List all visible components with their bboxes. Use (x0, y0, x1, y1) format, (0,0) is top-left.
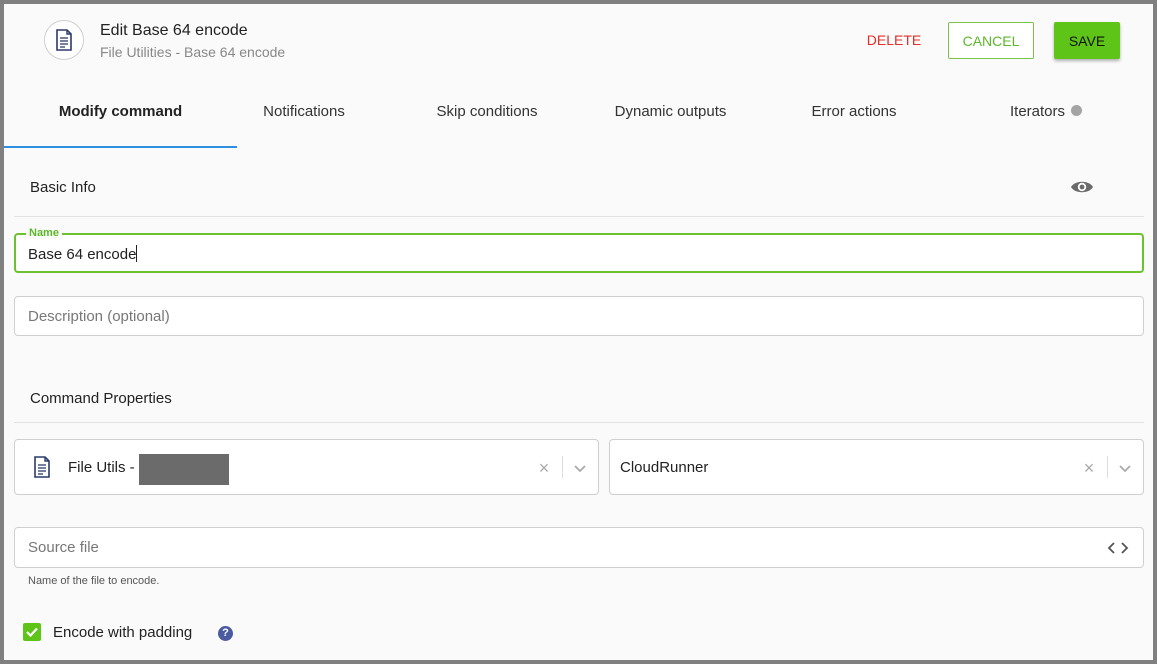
source-file-field[interactable]: Source file (14, 527, 1144, 568)
tab-modify-command[interactable]: Modify command (4, 92, 237, 148)
tab-label: Dynamic outputs (614, 103, 727, 120)
clear-icon[interactable]: × (1082, 458, 1096, 478)
select-separator (562, 456, 563, 478)
eye-icon[interactable] (1070, 178, 1094, 196)
status-dot-icon (1071, 105, 1083, 116)
document-icon (33, 456, 51, 483)
command-properties-heading: Command Properties (30, 390, 172, 407)
name-field-value: Base 64 encode (28, 245, 138, 263)
tab-bar: Modify command Notifications Skip condit… (4, 92, 1153, 148)
encode-padding-label: Encode with padding (53, 624, 193, 641)
basic-info-heading: Basic Info (30, 179, 96, 196)
dialog-subtitle: File Utilities - Base 64 encode (100, 44, 286, 60)
tab-label: Iterators (1009, 103, 1066, 120)
document-icon (44, 20, 84, 60)
help-icon[interactable]: ? (218, 626, 233, 641)
select-separator (1107, 456, 1108, 478)
tab-skip-conditions[interactable]: Skip conditions (407, 92, 567, 148)
code-icon[interactable] (1107, 541, 1129, 555)
chevron-down-icon[interactable] (573, 458, 587, 478)
dialog-header: Edit Base 64 encode File Utilities - Bas… (4, 4, 1153, 80)
tab-label: Skip conditions (436, 103, 538, 120)
name-field[interactable]: Name Base 64 encode (14, 227, 1144, 273)
section-divider (14, 216, 1144, 217)
runner-select-value: CloudRunner (620, 459, 709, 476)
cancel-button[interactable]: CANCEL (948, 22, 1034, 59)
tab-iterators[interactable]: Iterators (976, 92, 1116, 148)
tab-dynamic-outputs[interactable]: Dynamic outputs (589, 92, 752, 148)
description-field[interactable]: Description (optional) (14, 296, 1144, 336)
source-file-helper-text: Name of the file to encode. (28, 575, 160, 587)
description-placeholder: Description (optional) (28, 308, 170, 325)
redacted-block (139, 454, 229, 485)
tab-label: Notifications (263, 103, 345, 120)
edit-command-dialog: Edit Base 64 encode File Utilities - Bas… (4, 4, 1153, 660)
clear-icon[interactable]: × (537, 458, 551, 478)
section-divider (14, 422, 1144, 423)
dialog-title: Edit Base 64 encode (100, 22, 248, 39)
name-field-label: Name (26, 227, 62, 239)
runner-select[interactable]: CloudRunner × (609, 439, 1144, 495)
tab-error-actions[interactable]: Error actions (784, 92, 924, 148)
source-file-placeholder: Source file (28, 539, 99, 556)
delete-button[interactable]: DELETE (860, 28, 928, 52)
tab-label: Modify command (58, 103, 183, 120)
integration-select[interactable]: File Utils - × (14, 439, 599, 495)
encode-padding-checkbox[interactable] (23, 623, 41, 641)
integration-select-value: File Utils - (68, 459, 135, 476)
tab-label: Error actions (811, 103, 897, 120)
tab-notifications[interactable]: Notifications (237, 92, 371, 148)
chevron-down-icon[interactable] (1118, 458, 1132, 478)
save-button[interactable]: SAVE (1054, 22, 1120, 59)
